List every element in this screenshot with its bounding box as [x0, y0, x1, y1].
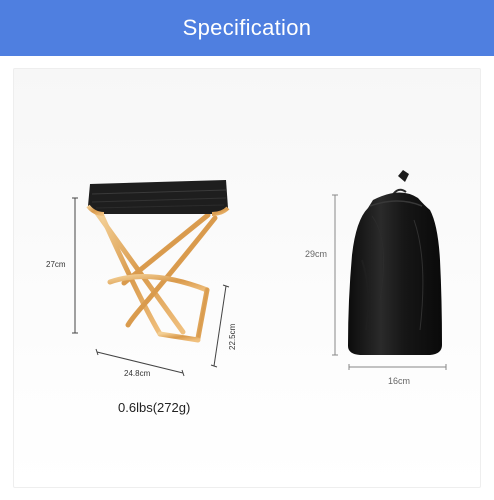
bag-height-label: 29cm	[305, 249, 328, 259]
bag-width-label: 16cm	[388, 376, 411, 386]
stool-width-label: 24.8cm	[124, 369, 151, 378]
storage-bag	[348, 170, 442, 355]
stool-depth-label: 22.5cm	[228, 323, 237, 350]
folding-stool	[86, 180, 230, 343]
product-illustration	[72, 170, 447, 377]
stool-height-label: 27cm	[46, 260, 66, 269]
weight-label: 0.6lbs(272g)	[118, 400, 191, 415]
